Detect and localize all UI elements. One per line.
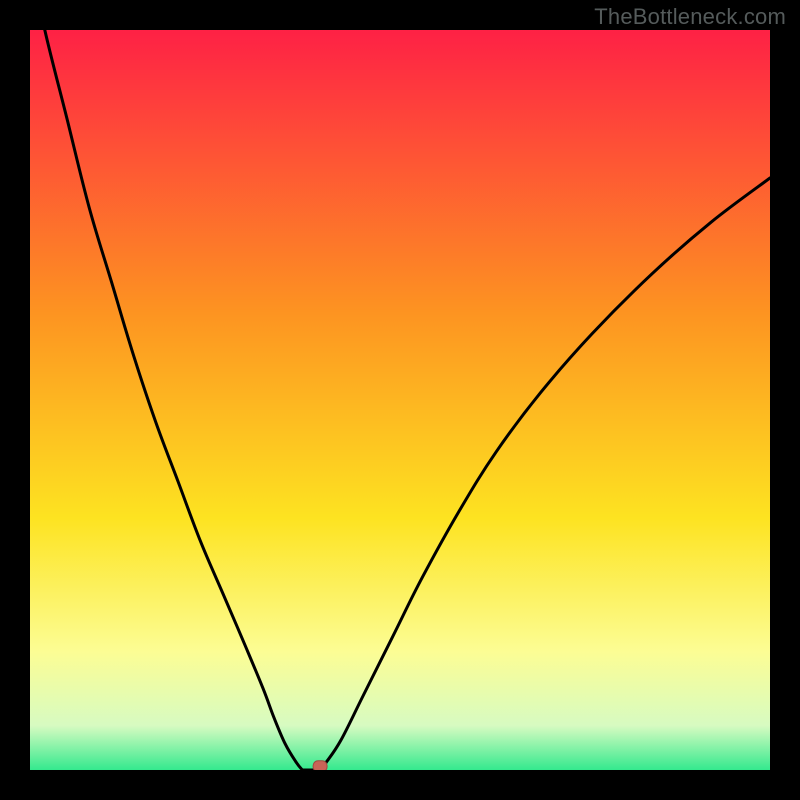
optimal-marker-icon xyxy=(313,761,327,770)
gradient-background xyxy=(30,30,770,770)
watermark-text: TheBottleneck.com xyxy=(594,4,786,30)
chart-frame: TheBottleneck.com xyxy=(0,0,800,800)
chart-svg xyxy=(30,30,770,770)
plot-area xyxy=(30,30,770,770)
